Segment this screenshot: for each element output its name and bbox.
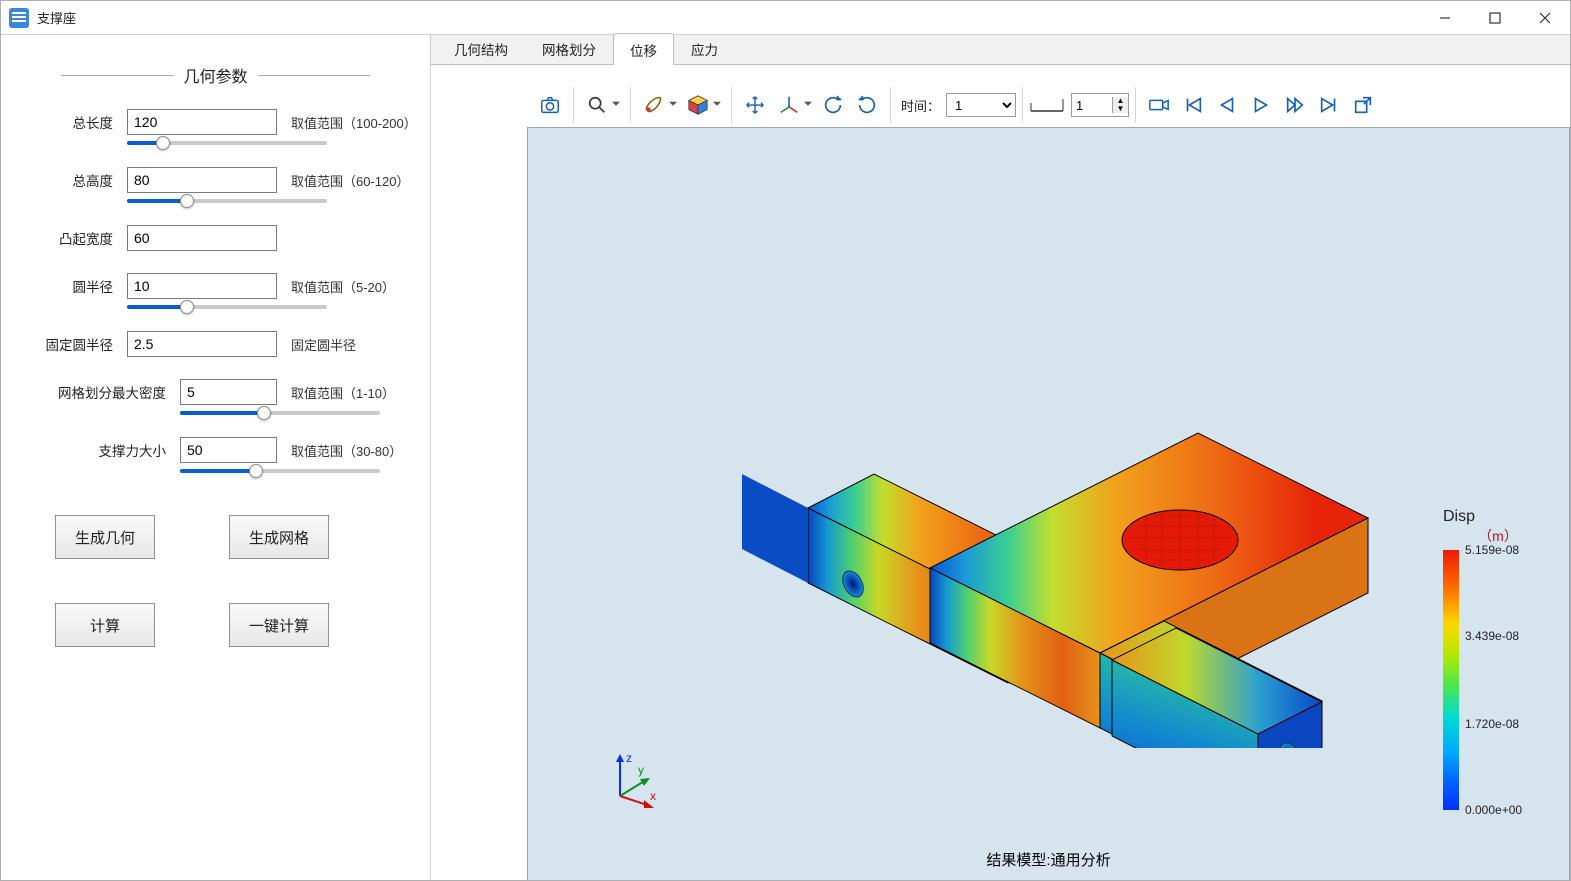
generate-geometry-button[interactable]: 生成几何 <box>55 515 155 559</box>
param-slider-1[interactable] <box>127 199 327 203</box>
legend-tick: 3.439e-08 <box>1465 629 1519 643</box>
param-label: 网格划分最大密度 <box>21 382 166 402</box>
param-input-6[interactable] <box>180 437 277 463</box>
tab-3[interactable]: 应力 <box>674 32 735 64</box>
legend-tick: 1.720e-08 <box>1465 717 1519 731</box>
compute-button[interactable]: 计算 <box>55 603 155 647</box>
param-slider-5[interactable] <box>180 411 380 415</box>
model-caption: 结果模型:通用分析 <box>986 849 1110 870</box>
legend-title: Disp <box>1443 508 1553 526</box>
param-hint: 取值范围（100-200） <box>291 113 417 132</box>
frame-spinner[interactable]: ▲▼ <box>1071 93 1129 117</box>
viewer-toolbar: 时间： 1 ▲▼ <box>431 83 1570 127</box>
window-title: 支撑座 <box>37 8 76 27</box>
param-row-2: 凸起宽度 <box>21 225 410 251</box>
param-row-0: 总长度取值范围（100-200） <box>21 109 410 135</box>
parameter-group-header: 几何参数 <box>61 63 370 87</box>
app-icon <box>9 8 29 28</box>
viewer-area: 几何结构网格划分位移应力 <box>431 35 1570 880</box>
param-label: 固定圆半径 <box>21 334 113 354</box>
export-icon[interactable] <box>1346 88 1380 122</box>
param-row-4: 固定圆半径 固定圆半径 <box>21 331 410 357</box>
param-input-5[interactable] <box>180 379 277 405</box>
last-frame-icon[interactable] <box>1312 88 1346 122</box>
param-label: 支撑力大小 <box>21 440 166 460</box>
param-hint: 取值范围（30-80） <box>291 441 410 460</box>
pan-move-icon[interactable] <box>738 88 772 122</box>
maximize-button[interactable] <box>1470 1 1520 35</box>
param-label: 凸起宽度 <box>21 228 113 248</box>
tab-2[interactable]: 位移 <box>613 33 674 65</box>
scale-ruler-icon <box>1029 95 1065 115</box>
result-viewport[interactable]: z y x Disp （m） 5.159e-08 <box>527 127 1570 880</box>
close-button[interactable] <box>1520 1 1570 35</box>
transform-axis-icon[interactable] <box>772 88 816 122</box>
param-hint: 取值范围（5-20） <box>291 277 410 296</box>
param-input-0[interactable] <box>127 109 277 135</box>
param-input-3[interactable] <box>127 273 277 299</box>
param-row-5: 网格划分最大密度 取值范围（1-10） <box>21 379 410 405</box>
frame-input[interactable] <box>1072 94 1112 116</box>
tab-strip: 几何结构网格划分位移应力 <box>431 35 1570 65</box>
record-icon[interactable] <box>1142 88 1176 122</box>
parameter-panel: 几何参数 总长度取值范围（100-200）总高度取值范围（60-120）凸起宽度… <box>1 35 431 880</box>
param-label: 总高度 <box>21 170 113 190</box>
param-row-6: 支撑力大小 取值范围（30-80） <box>21 437 410 463</box>
legend-tick: 0.000e+00 <box>1465 803 1522 817</box>
camera-icon[interactable] <box>533 88 567 122</box>
rotate-left-icon[interactable] <box>816 88 850 122</box>
legend-bar <box>1443 550 1459 810</box>
tab-0[interactable]: 几何结构 <box>437 32 525 64</box>
param-slider-3[interactable] <box>127 305 327 309</box>
svg-text:x: x <box>650 789 656 803</box>
param-input-1[interactable] <box>127 167 277 193</box>
param-label: 圆半径 <box>21 276 113 296</box>
time-label: 时间： <box>901 96 940 115</box>
rubiks-cube-icon[interactable] <box>681 88 725 122</box>
param-slider-0[interactable] <box>127 141 327 145</box>
param-input-2[interactable] <box>127 225 277 251</box>
app-window: 支撑座 几何参数 总长度取值范围（100-200）总高度取值范围（60-120）… <box>0 0 1571 881</box>
svg-text:y: y <box>638 763 644 777</box>
svg-text:z: z <box>626 751 632 765</box>
param-hint: 固定圆半径 <box>291 335 410 354</box>
rotate-right-icon[interactable] <box>850 88 884 122</box>
group-title: 几何参数 <box>184 63 248 87</box>
zoom-search-icon[interactable] <box>580 88 624 122</box>
one-click-compute-button[interactable]: 一键计算 <box>229 603 329 647</box>
play-icon[interactable] <box>1244 88 1278 122</box>
legend-ticks: 5.159e-083.439e-081.720e-080.000e+00 <box>1465 550 1553 810</box>
param-row-1: 总高度 取值范围（60-120） <box>21 167 410 193</box>
param-input-4[interactable] <box>127 331 277 357</box>
param-hint: 取值范围（1-10） <box>291 383 410 402</box>
param-row-3: 圆半径 取值范围（5-20） <box>21 273 410 299</box>
prev-frame-icon[interactable] <box>1210 88 1244 122</box>
brush-palette-icon[interactable] <box>637 88 681 122</box>
play-fast-icon[interactable] <box>1278 88 1312 122</box>
param-label: 总长度 <box>21 112 113 132</box>
title-bar: 支撑座 <box>1 1 1570 35</box>
axis-triad: z y x <box>606 750 666 810</box>
time-select[interactable]: 1 <box>946 93 1016 117</box>
tab-1[interactable]: 网格划分 <box>525 32 613 64</box>
color-legend: Disp （m） 5.159e-083.439e-081.720e-080.00… <box>1443 508 1553 810</box>
param-slider-6[interactable] <box>180 469 380 473</box>
frame-down[interactable]: ▼ <box>1112 105 1128 113</box>
model-render <box>668 278 1388 748</box>
minimize-button[interactable] <box>1420 1 1470 35</box>
legend-tick: 5.159e-08 <box>1465 543 1519 557</box>
param-hint: 取值范围（60-120） <box>291 171 410 190</box>
first-frame-icon[interactable] <box>1176 88 1210 122</box>
action-buttons: 生成几何 生成网格 计算 一键计算 <box>21 515 410 647</box>
generate-mesh-button[interactable]: 生成网格 <box>229 515 329 559</box>
